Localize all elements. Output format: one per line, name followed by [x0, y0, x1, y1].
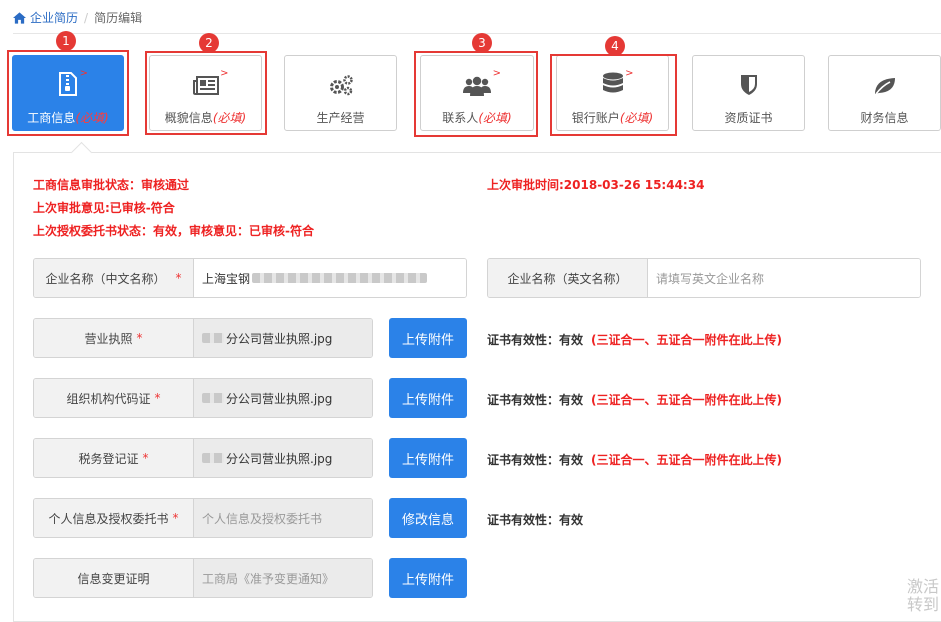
business-license-filename: 分公司营业执照.jpg [226, 331, 333, 346]
change-certificate-field: 信息变更证明 工商局《准予变更通知》 [33, 558, 373, 598]
business-license-field: 营业执照 * 分公司营业执照.jpg [33, 318, 373, 358]
tab-finance[interactable]: 财务信息 [828, 55, 941, 131]
change-certificate-label: 信息变更证明 [77, 571, 150, 586]
tab-qualification[interactable]: 资质证书 [692, 55, 805, 131]
tab-label: 资质证书 [724, 111, 773, 125]
shield-icon [740, 75, 757, 95]
upload-note: (三证合一、五证合一附件在此上传) [591, 393, 782, 407]
tax-registration-label: 税务登记证 [78, 451, 139, 466]
redacted-text [202, 333, 224, 343]
authorization-status: 上次授权委托书状态：有效，审核意见：已审核-符合 [33, 224, 314, 238]
company-name-cn-field: 企业名称（中文名称） * 上海宝钢 [33, 258, 467, 298]
required-star: * [142, 451, 149, 465]
breadcrumb-current: 简历编辑 [94, 11, 143, 25]
change-certificate-value: 工商局《准予变更通知》 [202, 571, 335, 586]
redacted-text [202, 453, 224, 463]
authorization-letter-value: 个人信息及授权委托书 [202, 511, 323, 526]
watermark-line-1: 激活 [906, 577, 939, 596]
org-code-field: 组织机构代码证 * 分公司营业执照.jpg [33, 378, 373, 418]
annotation-badge-4: 4 [605, 36, 625, 56]
annotation-badge-2: 2 [199, 33, 219, 53]
leaf-icon [874, 78, 895, 95]
change-certificate-label-cell: 信息变更证明 [34, 559, 194, 597]
change-certificate-file: 工商局《准予变更通知》 [194, 559, 372, 597]
business-license-label: 营业执照 [84, 331, 133, 346]
company-name-en-field: 企业名称（英文名称） 请填写英文企业名称 [487, 258, 921, 298]
business-license-label-cell: 营业执照 * [34, 319, 194, 357]
approval-status: 工商信息审批状态：审核通过 [33, 178, 190, 192]
validity-text: 证书有效性：有效 [487, 453, 584, 467]
required-star: * [136, 331, 143, 345]
annotation-badge-3: 3 [472, 33, 492, 53]
validity-text: 证书有效性：有效 [487, 513, 584, 527]
home-icon [13, 11, 26, 24]
change-certificate-upload-button[interactable]: 上传附件 [389, 558, 467, 598]
business-license-upload-button[interactable]: 上传附件 [389, 318, 467, 358]
authorization-letter-field: 个人信息及授权委托书 * 个人信息及授权委托书 [33, 498, 373, 538]
org-code-label-cell: 组织机构代码证 * [34, 379, 194, 417]
org-code-filename: 分公司营业执照.jpg [226, 391, 333, 406]
breadcrumb: 企业简历 / 简历编辑 [13, 9, 142, 26]
tab-production[interactable]: 生产经营 [284, 55, 397, 131]
annotation-badge-1: 1 [56, 31, 76, 51]
validity-text: 证书有效性：有效 [487, 393, 584, 407]
company-name-en-label: 企业名称（英文名称） [507, 271, 628, 286]
company-name-cn-label-cell: 企业名称（中文名称） * [34, 259, 194, 297]
tab-label: 财务信息 [860, 111, 909, 125]
company-name-en-label-cell: 企业名称（英文名称） [488, 259, 648, 297]
business-license-file: 分公司营业执照.jpg [194, 319, 372, 357]
org-code-upload-button[interactable]: 上传附件 [389, 378, 467, 418]
upload-note: (三证合一、五证合一附件在此上传) [591, 453, 782, 467]
highlight-box-3 [414, 51, 538, 137]
company-name-en-input[interactable]: 请填写英文企业名称 [648, 259, 920, 297]
business-license-validity: 证书有效性：有效 (三证合一、五证合一附件在此上传) [487, 331, 782, 348]
last-approval-opinion: 上次审批意见:已审核-符合 [33, 201, 175, 215]
org-code-label: 组织机构代码证 [66, 391, 151, 406]
highlight-box-1 [7, 50, 129, 136]
panel-pointer [70, 141, 93, 164]
watermark-line-2: 转到 [906, 595, 939, 614]
tax-registration-file: 分公司营业执照.jpg [194, 439, 372, 477]
required-star: * [175, 271, 182, 285]
tax-registration-filename: 分公司营业执照.jpg [226, 451, 333, 466]
authorization-letter-label-cell: 个人信息及授权委托书 * [34, 499, 194, 537]
breadcrumb-home-link[interactable]: 企业简历 [13, 9, 78, 26]
company-name-cn-label: 企业名称（中文名称） [45, 271, 166, 286]
org-code-file: 分公司营业执照.jpg [194, 379, 372, 417]
authorization-letter-edit-button[interactable]: 修改信息 [389, 498, 467, 538]
gears-icon [329, 75, 353, 96]
tab-label: 生产经营 [316, 111, 365, 125]
company-name-cn-value: 上海宝钢 [202, 271, 251, 286]
highlight-box-2 [145, 51, 267, 135]
last-approval-time: 上次审批时间:2018-03-26 15:44:34 [487, 178, 705, 192]
validity-text: 证书有效性：有效 [487, 333, 584, 347]
org-code-validity: 证书有效性：有效 (三证合一、五证合一附件在此上传) [487, 391, 782, 408]
authorization-letter-validity: 证书有效性：有效 [487, 511, 583, 528]
breadcrumb-home-label: 企业简历 [30, 11, 79, 25]
authorization-letter-file: 个人信息及授权委托书 [194, 499, 372, 537]
company-name-cn-input[interactable]: 上海宝钢 [194, 259, 466, 297]
company-name-en-placeholder: 请填写英文企业名称 [656, 271, 765, 286]
required-star: * [154, 391, 161, 405]
tax-registration-upload-button[interactable]: 上传附件 [389, 438, 467, 478]
tax-registration-validity: 证书有效性：有效 (三证合一、五证合一附件在此上传) [487, 451, 782, 468]
tax-registration-field: 税务登记证 * 分公司营业执照.jpg [33, 438, 373, 478]
required-star: * [172, 511, 179, 525]
upload-note: (三证合一、五证合一附件在此上传) [591, 333, 782, 347]
activation-watermark: 激活 转到 [907, 578, 939, 614]
breadcrumb-separator: / [84, 10, 89, 25]
authorization-letter-label: 个人信息及授权委托书 [48, 511, 169, 526]
redacted-text [252, 273, 428, 283]
redacted-text [202, 393, 224, 403]
tax-registration-label-cell: 税务登记证 * [34, 439, 194, 477]
highlight-box-4 [550, 54, 677, 136]
